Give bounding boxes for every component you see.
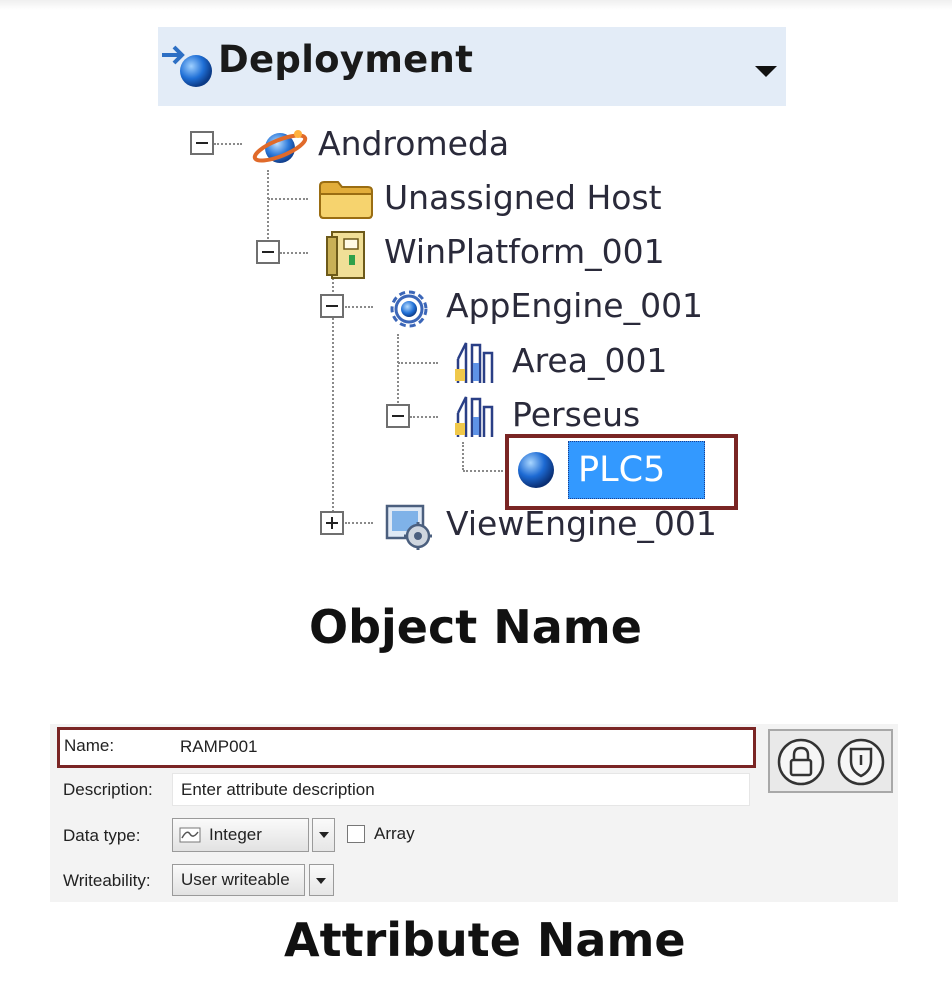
attribute-name-caption: Attribute Name <box>284 913 686 967</box>
data-type-select[interactable]: Integer <box>172 818 309 852</box>
security-buttons <box>768 729 893 793</box>
description-label: Description: <box>63 780 153 799</box>
deployment-tree: Andromeda Unassigned Host WinPlatform_00… <box>0 0 952 560</box>
array-label: Array <box>374 824 415 843</box>
tree-connector <box>463 470 503 472</box>
description-input[interactable]: Enter attribute description <box>172 773 750 806</box>
tree-connector <box>398 362 438 364</box>
shield-icon[interactable] <box>836 737 886 787</box>
writeability-label: Writeability: <box>63 871 151 890</box>
writeability-dropdown-button[interactable] <box>309 864 334 896</box>
object-name-caption: Object Name <box>309 600 642 654</box>
gear-engine-icon <box>390 290 428 328</box>
lock-icon[interactable] <box>776 737 826 787</box>
view-engine-icon <box>385 504 432 550</box>
area-icon <box>455 342 494 383</box>
name-label: Name: <box>64 736 115 755</box>
tree-connector <box>214 143 242 145</box>
tree-connector <box>410 416 438 418</box>
data-type-value: Integer <box>209 825 262 844</box>
name-input[interactable]: RAMP001 <box>172 731 752 764</box>
expand-viewengine-toggle[interactable] <box>320 511 344 535</box>
array-checkbox[interactable] <box>347 825 365 843</box>
tree-node-andromeda[interactable]: Andromeda <box>318 124 509 164</box>
tree-connector <box>268 198 308 200</box>
data-type-dropdown-button[interactable] <box>312 818 335 852</box>
tree-connector <box>462 442 464 470</box>
collapse-appengine-toggle[interactable] <box>320 294 344 318</box>
tree-connector <box>280 252 308 254</box>
tree-node-appengine[interactable]: AppEngine_001 <box>446 286 703 326</box>
tree-node-plc5[interactable]: PLC5 <box>578 448 665 492</box>
tree-node-viewengine[interactable]: ViewEngine_001 <box>446 504 717 544</box>
tree-connector <box>345 522 373 524</box>
collapse-andromeda-toggle[interactable] <box>190 131 214 155</box>
writeability-select[interactable]: User writeable <box>172 864 305 896</box>
tree-connector <box>397 334 399 414</box>
tree-node-perseus[interactable]: Perseus <box>512 395 640 435</box>
tree-node-unassigned-host[interactable]: Unassigned Host <box>384 178 662 218</box>
tree-node-winplatform[interactable]: WinPlatform_001 <box>384 232 665 272</box>
data-type-label: Data type: <box>63 826 141 845</box>
writeability-value: User writeable <box>181 870 290 889</box>
collapse-perseus-toggle[interactable] <box>386 404 410 428</box>
analog-type-icon <box>179 827 201 843</box>
blue-sphere-icon <box>518 452 554 488</box>
tree-connector <box>345 306 373 308</box>
area-icon <box>455 396 494 437</box>
folder-icon <box>319 181 373 219</box>
collapse-winplatform-toggle[interactable] <box>256 240 280 264</box>
galaxy-icon <box>252 130 308 163</box>
tree-node-area[interactable]: Area_001 <box>512 341 667 381</box>
platform-icon <box>326 231 365 279</box>
